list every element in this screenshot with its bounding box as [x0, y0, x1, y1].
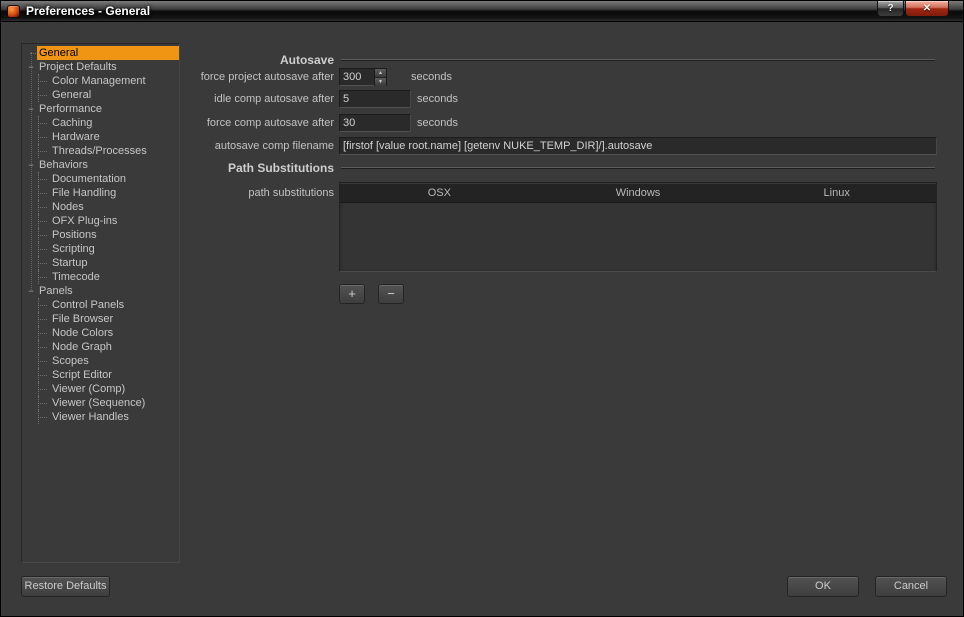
field-label: force comp autosave after: [1, 114, 334, 132]
tree-item-ofx-plug-ins[interactable]: OFX Plug-ins: [22, 214, 179, 228]
idle-comp-autosave-row: idle comp autosave after seconds: [1, 90, 963, 108]
section-divider: [341, 167, 935, 168]
tree-branch-icon: [25, 340, 50, 354]
force-project-autosave-input[interactable]: [339, 68, 374, 86]
remove-substitution-button[interactable]: −: [378, 284, 404, 304]
field-label: force project autosave after: [1, 68, 334, 86]
tree-branch-icon: [25, 354, 50, 368]
collapse-icon[interactable]: −: [25, 286, 37, 297]
tree-branch-icon: [25, 312, 50, 326]
column-header-windows[interactable]: Windows: [539, 183, 738, 202]
tree-item-label: OFX Plug-ins: [50, 214, 179, 228]
force-project-autosave-row: force project autosave after ▲▼ seconds: [1, 68, 963, 86]
tree-item-label: Viewer (Comp): [50, 382, 179, 396]
preferences-window: Preferences - General ? ✕ General−Projec…: [0, 0, 964, 617]
section-title: Path Substitutions: [1, 161, 334, 175]
column-header-osx[interactable]: OSX: [340, 183, 539, 202]
tree-item-file-browser[interactable]: File Browser: [22, 312, 179, 326]
tree-branch-icon: [25, 242, 50, 256]
tree-item-label: Startup: [50, 256, 179, 270]
tree-item-label: Script Editor: [50, 368, 179, 382]
tree-branch-icon: [25, 256, 50, 270]
field-label: idle comp autosave after: [1, 90, 334, 108]
table-header-row: OSX Windows Linux: [340, 183, 936, 203]
tree-branch-icon: [25, 270, 50, 284]
tree-branch-icon: [25, 396, 50, 410]
cancel-button[interactable]: Cancel: [875, 576, 947, 597]
tree-item-label: Viewer (Sequence): [50, 396, 179, 410]
tree-item-label: Node Graph: [50, 340, 179, 354]
window-title: Preferences - General: [26, 4, 150, 18]
restore-defaults-button[interactable]: Restore Defaults: [21, 576, 110, 597]
tree-item-viewer-handles[interactable]: Viewer Handles: [22, 410, 179, 424]
titlebar-buttons: ? ✕: [877, 1, 949, 17]
tree-item-control-panels[interactable]: Control Panels: [22, 298, 179, 312]
tree-item-scripting[interactable]: Scripting: [22, 242, 179, 256]
tree-item-nodes[interactable]: Nodes: [22, 200, 179, 214]
tree-branch-icon: [25, 382, 50, 396]
tree-item-label: Positions: [50, 228, 179, 242]
autosave-filename-row: autosave comp filename: [1, 137, 963, 155]
tree-item-panels[interactable]: −Panels: [22, 284, 179, 298]
tree-item-script-editor[interactable]: Script Editor: [22, 368, 179, 382]
table-body[interactable]: [340, 203, 936, 271]
field-suffix: seconds: [417, 90, 458, 108]
tree-item-positions[interactable]: Positions: [22, 228, 179, 242]
force-comp-autosave-row: force comp autosave after seconds: [1, 114, 963, 132]
force-project-autosave-spinbox: ▲▼: [339, 68, 387, 86]
spin-up-icon[interactable]: ▲: [375, 69, 386, 77]
tree-item-label: Scripting: [50, 242, 179, 256]
ok-button[interactable]: OK: [787, 576, 859, 597]
section-title: Autosave: [1, 53, 334, 67]
tree-item-label: Node Colors: [50, 326, 179, 340]
field-label: autosave comp filename: [1, 137, 334, 155]
tree-item-label: File Browser: [50, 312, 179, 326]
field-label: path substitutions: [1, 184, 334, 202]
tree-item-label: Timecode: [50, 270, 179, 284]
spinner: ▲▼: [374, 68, 387, 86]
field-suffix: seconds: [411, 68, 452, 86]
tree-branch-icon: [25, 214, 50, 228]
titlebar[interactable]: Preferences - General ? ✕: [1, 1, 963, 22]
tree-branch-icon: [25, 228, 50, 242]
tree-item-scopes[interactable]: Scopes: [22, 354, 179, 368]
field-suffix: seconds: [417, 114, 458, 132]
path-substitutions-section-header: Path Substitutions: [1, 160, 935, 175]
add-substitution-button[interactable]: +: [339, 284, 365, 304]
tree-item-label: Nodes: [50, 200, 179, 214]
tree-item-viewer-sequence[interactable]: Viewer (Sequence): [22, 396, 179, 410]
help-button[interactable]: ?: [877, 1, 904, 17]
tree-item-viewer-comp[interactable]: Viewer (Comp): [22, 382, 179, 396]
tree-item-startup[interactable]: Startup: [22, 256, 179, 270]
tree-item-label: Control Panels: [50, 298, 179, 312]
autosave-section-header: Autosave: [1, 52, 935, 67]
tree-item-node-graph[interactable]: Node Graph: [22, 340, 179, 354]
spin-down-icon[interactable]: ▼: [375, 77, 386, 86]
tree-item-label: Viewer Handles: [50, 410, 179, 424]
path-substitutions-table[interactable]: OSX Windows Linux: [339, 182, 937, 272]
tree-item-label: Scopes: [50, 354, 179, 368]
autosave-filename-input[interactable]: [339, 137, 937, 155]
section-divider: [341, 59, 935, 60]
tree-branch-icon: [25, 410, 50, 424]
column-header-linux[interactable]: Linux: [737, 183, 936, 202]
tree-item-node-colors[interactable]: Node Colors: [22, 326, 179, 340]
idle-comp-autosave-input[interactable]: [339, 90, 411, 108]
force-comp-autosave-input[interactable]: [339, 114, 411, 132]
close-button[interactable]: ✕: [905, 1, 949, 17]
tree-item-timecode[interactable]: Timecode: [22, 270, 179, 284]
tree-branch-icon: [25, 368, 50, 382]
tree-item-label: Panels: [37, 284, 179, 298]
tree-branch-icon: [25, 298, 50, 312]
tree-branch-icon: [25, 200, 50, 214]
nuke-app-icon: [7, 5, 20, 18]
tree-branch-icon: [25, 326, 50, 340]
